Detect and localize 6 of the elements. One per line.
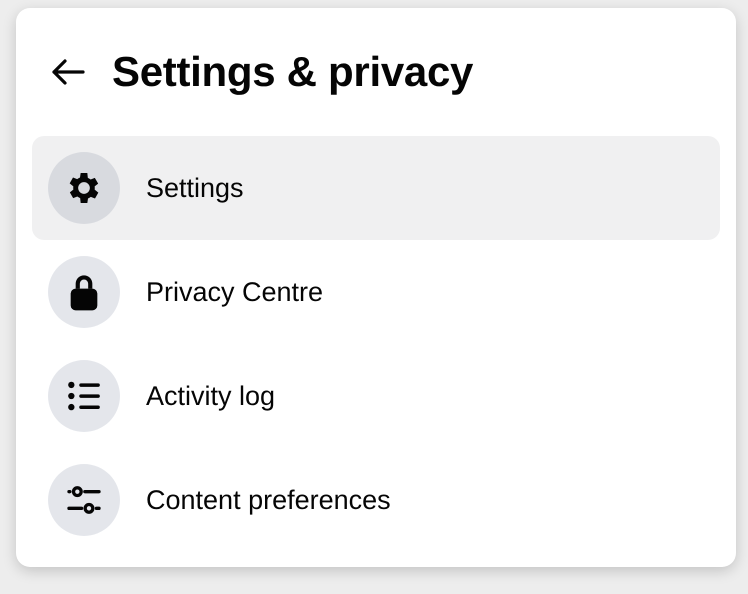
menu-item[interactable]: Activity log [32, 344, 720, 448]
menu-item[interactable]: Privacy Centre [32, 240, 720, 344]
menu-item[interactable]: Settings [32, 136, 720, 240]
menu-title: Settings & privacy [112, 48, 474, 96]
back-arrow-icon[interactable] [50, 58, 86, 86]
menu-item[interactable]: Content preferences [32, 448, 720, 552]
